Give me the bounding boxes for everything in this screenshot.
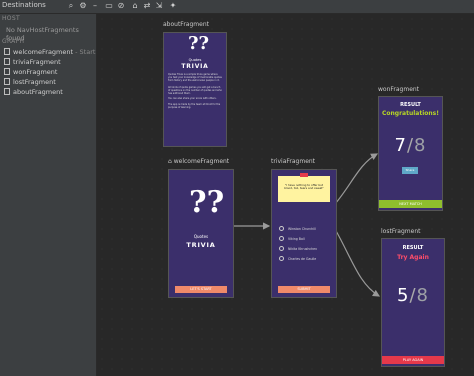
share-button[interactable]: Share — [402, 167, 418, 174]
quote-text: "I have nothing to offer but blood, toil… — [284, 183, 324, 191]
welcome-fragment-preview[interactable]: ?? Quotes TRIVIA LET'S START — [168, 169, 234, 298]
lost-result-heading: RESULT — [402, 245, 424, 251]
graph-item-label: lostFragment — [13, 78, 56, 86]
score-slash: / — [406, 135, 415, 156]
graph-item-label: wonFragment — [13, 68, 58, 76]
won-fragment-label: wonFragment — [378, 86, 420, 93]
home-icon[interactable]: ⌂ — [130, 1, 140, 10]
minimize-icon[interactable]: – — [90, 1, 100, 10]
welcome-title1: Quotes — [193, 234, 209, 239]
arrow-trivia-to-lost — [334, 228, 381, 297]
won-headline: Congratulations! — [382, 110, 439, 117]
won-score-total: 8 — [414, 135, 427, 156]
lost-headline: Try Again — [397, 254, 429, 261]
welcome-label-text: welcomeFragment — [173, 158, 230, 165]
fragment-icon — [4, 78, 10, 85]
won-score: 7/8 — [379, 135, 442, 156]
question-marks-image: ?? — [188, 33, 210, 54]
graph-item-about[interactable]: aboutFragment — [4, 88, 63, 96]
lets-start-button[interactable]: LET'S START — [175, 286, 227, 293]
lost-score: 5/8 — [382, 285, 444, 306]
fragment-icon — [4, 48, 10, 55]
option-3[interactable]: Nikita Khrushchev — [279, 246, 317, 251]
score-slash: / — [409, 285, 417, 306]
trivia-fragment-preview[interactable]: "I have nothing to offer but blood, toil… — [271, 169, 337, 298]
graph-item-trivia[interactable]: triviaFragment — [4, 58, 61, 66]
start-destination-icon: ⌂ — [168, 158, 172, 165]
radio-icon — [279, 236, 284, 241]
fragment-icon — [4, 58, 10, 65]
graph-item-label: aboutFragment — [13, 88, 63, 96]
lost-fragment-preview[interactable]: RESULT Try Again 5/8 PLAY AGAIN — [381, 238, 445, 367]
radio-icon — [279, 256, 284, 261]
host-section-header: HOST — [2, 15, 20, 22]
quote-card: "I have nothing to offer but blood, toil… — [278, 173, 330, 202]
about-body1: Quotes Trivia is a simple trivia game wh… — [168, 73, 222, 82]
option-label: Viking Boll — [288, 237, 305, 241]
about-body4: The app is made by the team at Droid for… — [168, 103, 221, 109]
about-fragment-preview[interactable]: ?? Quotes TRIVIA Quotes Trivia is a simp… — [163, 32, 227, 147]
radio-icon — [279, 246, 284, 251]
graph-item-label: triviaFragment — [13, 58, 61, 66]
option-label: Winston Churchill — [288, 227, 316, 231]
welcome-title2: TRIVIA — [186, 241, 216, 249]
search-icon[interactable]: ⌕ — [66, 1, 76, 11]
arrow-trivia-to-won — [334, 153, 379, 205]
graph-item-label: welcomeFragment — [13, 48, 74, 56]
graph-section-header: GRAPH — [2, 38, 25, 45]
quote-tape — [300, 173, 308, 177]
option-label: Nikita Khrushchev — [288, 247, 317, 251]
welcome-fragment-label: ⌂ welcomeFragment — [168, 158, 229, 165]
option-label: Charles de Gaulle — [288, 257, 317, 261]
deep-link-icon[interactable]: ⇲ — [154, 1, 164, 10]
top-toolbar: Destinations ⌕ ⚙ – ▭ ⊘ ⌂ ⇄ ⇲ ✦ — [0, 0, 474, 14]
lost-score-total: 8 — [416, 285, 429, 306]
play-again-button[interactable]: PLAY AGAIN — [382, 356, 444, 364]
navigation-graph-canvas[interactable]: aboutFragment ?? Quotes TRIVIA Quotes Tr… — [97, 14, 474, 376]
start-suffix: - Start — [75, 48, 96, 56]
trivia-fragment-label: triviaFragment — [271, 158, 316, 165]
panel-title: Destinations — [2, 1, 46, 9]
destinations-panel: HOST No NavHostFragments found GRAPH wel… — [0, 14, 97, 376]
link-icon[interactable]: ⊘ — [116, 1, 126, 10]
about-body3: You can also share your score with other… — [168, 97, 217, 100]
option-2[interactable]: Viking Boll — [279, 236, 305, 241]
gear-icon[interactable]: ⚙ — [78, 1, 88, 10]
about-title1: Quotes — [188, 58, 202, 62]
about-title2: TRIVIA — [181, 63, 209, 70]
graph-item-lost[interactable]: lostFragment — [4, 78, 56, 86]
lost-score-value: 5 — [397, 285, 410, 306]
magic-icon[interactable]: ✦ — [168, 1, 178, 10]
about-body2: All kinds of quote games you will get a … — [168, 86, 222, 95]
question-marks-image: ?? — [189, 185, 225, 220]
won-score-value: 7 — [394, 135, 407, 156]
graph-item-welcome[interactable]: welcomeFragment - Start — [4, 48, 95, 56]
option-4[interactable]: Charles de Gaulle — [279, 256, 316, 261]
option-1[interactable]: Winston Churchill — [279, 226, 316, 231]
action-icon[interactable]: ⇄ — [142, 1, 152, 10]
won-fragment-preview[interactable]: RESULT Congratulations! 7/8 Share NEXT M… — [378, 96, 443, 211]
new-destination-icon[interactable]: ▭ — [104, 1, 114, 10]
about-fragment-label: aboutFragment — [163, 21, 209, 28]
graph-item-won[interactable]: wonFragment — [4, 68, 57, 76]
fragment-icon — [4, 88, 10, 95]
fragment-icon — [4, 68, 10, 75]
submit-button[interactable]: SUBMIT — [278, 286, 330, 293]
lost-fragment-label: lostFragment — [381, 228, 421, 235]
next-match-button[interactable]: NEXT MATCH — [379, 200, 442, 208]
radio-icon — [279, 226, 284, 231]
won-result-heading: RESULT — [400, 102, 421, 108]
